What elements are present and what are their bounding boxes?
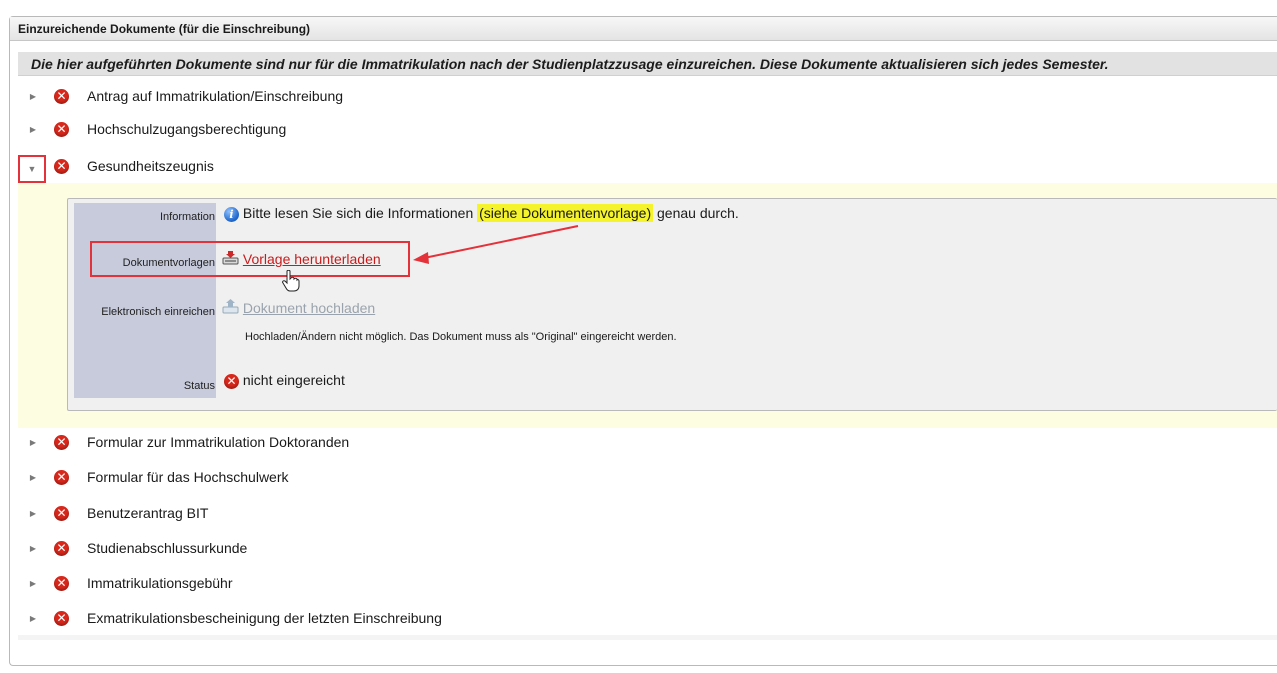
document-row[interactable]: ▶ ✕ Formular zur Immatrikulation Doktora… [18, 426, 1277, 459]
document-label[interactable]: Benutzerantrag BIT [87, 497, 208, 530]
error-x-icon: ✕ [224, 374, 239, 389]
submit-label: Elektronisch einreichen [101, 306, 215, 318]
panel-footer [18, 635, 1277, 640]
status-label: Status [183, 380, 215, 392]
triangle-right-icon[interactable]: ▶ [28, 426, 38, 459]
error-x-icon: ✕ [54, 470, 69, 485]
document-label[interactable]: Formular zur Immatrikulation Doktoranden [87, 426, 349, 459]
document-row[interactable]: ▶ ✕ Exmatrikulationsbescheinigung der le… [18, 602, 1277, 635]
document-row[interactable]: ▶ ✕ Benutzerantrag BIT [18, 497, 1277, 530]
document-label[interactable]: Exmatrikulationsbescheinigung der letzte… [87, 602, 442, 635]
upload-note: Hochladen/Ändern nicht möglich. Das Doku… [245, 331, 677, 343]
upload-row: Dokument hochladen [222, 299, 375, 316]
triangle-right-icon[interactable]: ▶ [28, 532, 38, 565]
document-label[interactable]: Formular für das Hochschulwerk [87, 461, 289, 494]
document-row[interactable]: ▶ ✕ Studienabschlussurkunde [18, 532, 1277, 565]
triangle-right-icon[interactable]: ▶ [28, 602, 38, 635]
error-x-icon: ✕ [54, 435, 69, 450]
upload-document-link: Dokument hochladen [242, 300, 376, 316]
document-row[interactable]: ▶ ✕ Formular für das Hochschulwerk [18, 461, 1277, 494]
triangle-right-icon[interactable]: ▶ [28, 461, 38, 494]
error-x-icon: ✕ [54, 576, 69, 591]
document-label[interactable]: Studienabschlussurkunde [87, 532, 247, 565]
error-x-icon: ✕ [54, 611, 69, 626]
triangle-right-icon[interactable]: ▶ [28, 567, 38, 600]
hand-pointer-icon [282, 270, 300, 292]
error-x-icon: ✕ [54, 506, 69, 521]
status-row: ✕ nicht eingereicht [224, 372, 345, 389]
document-label[interactable]: Immatrikulationsgebühr [87, 567, 233, 600]
status-value: nicht eingereicht [242, 372, 345, 388]
error-x-icon: ✕ [54, 541, 69, 556]
document-row[interactable]: ▶ ✕ Immatrikulationsgebühr [18, 567, 1277, 600]
triangle-right-icon[interactable]: ▶ [28, 497, 38, 530]
upload-tray-icon [222, 299, 239, 314]
